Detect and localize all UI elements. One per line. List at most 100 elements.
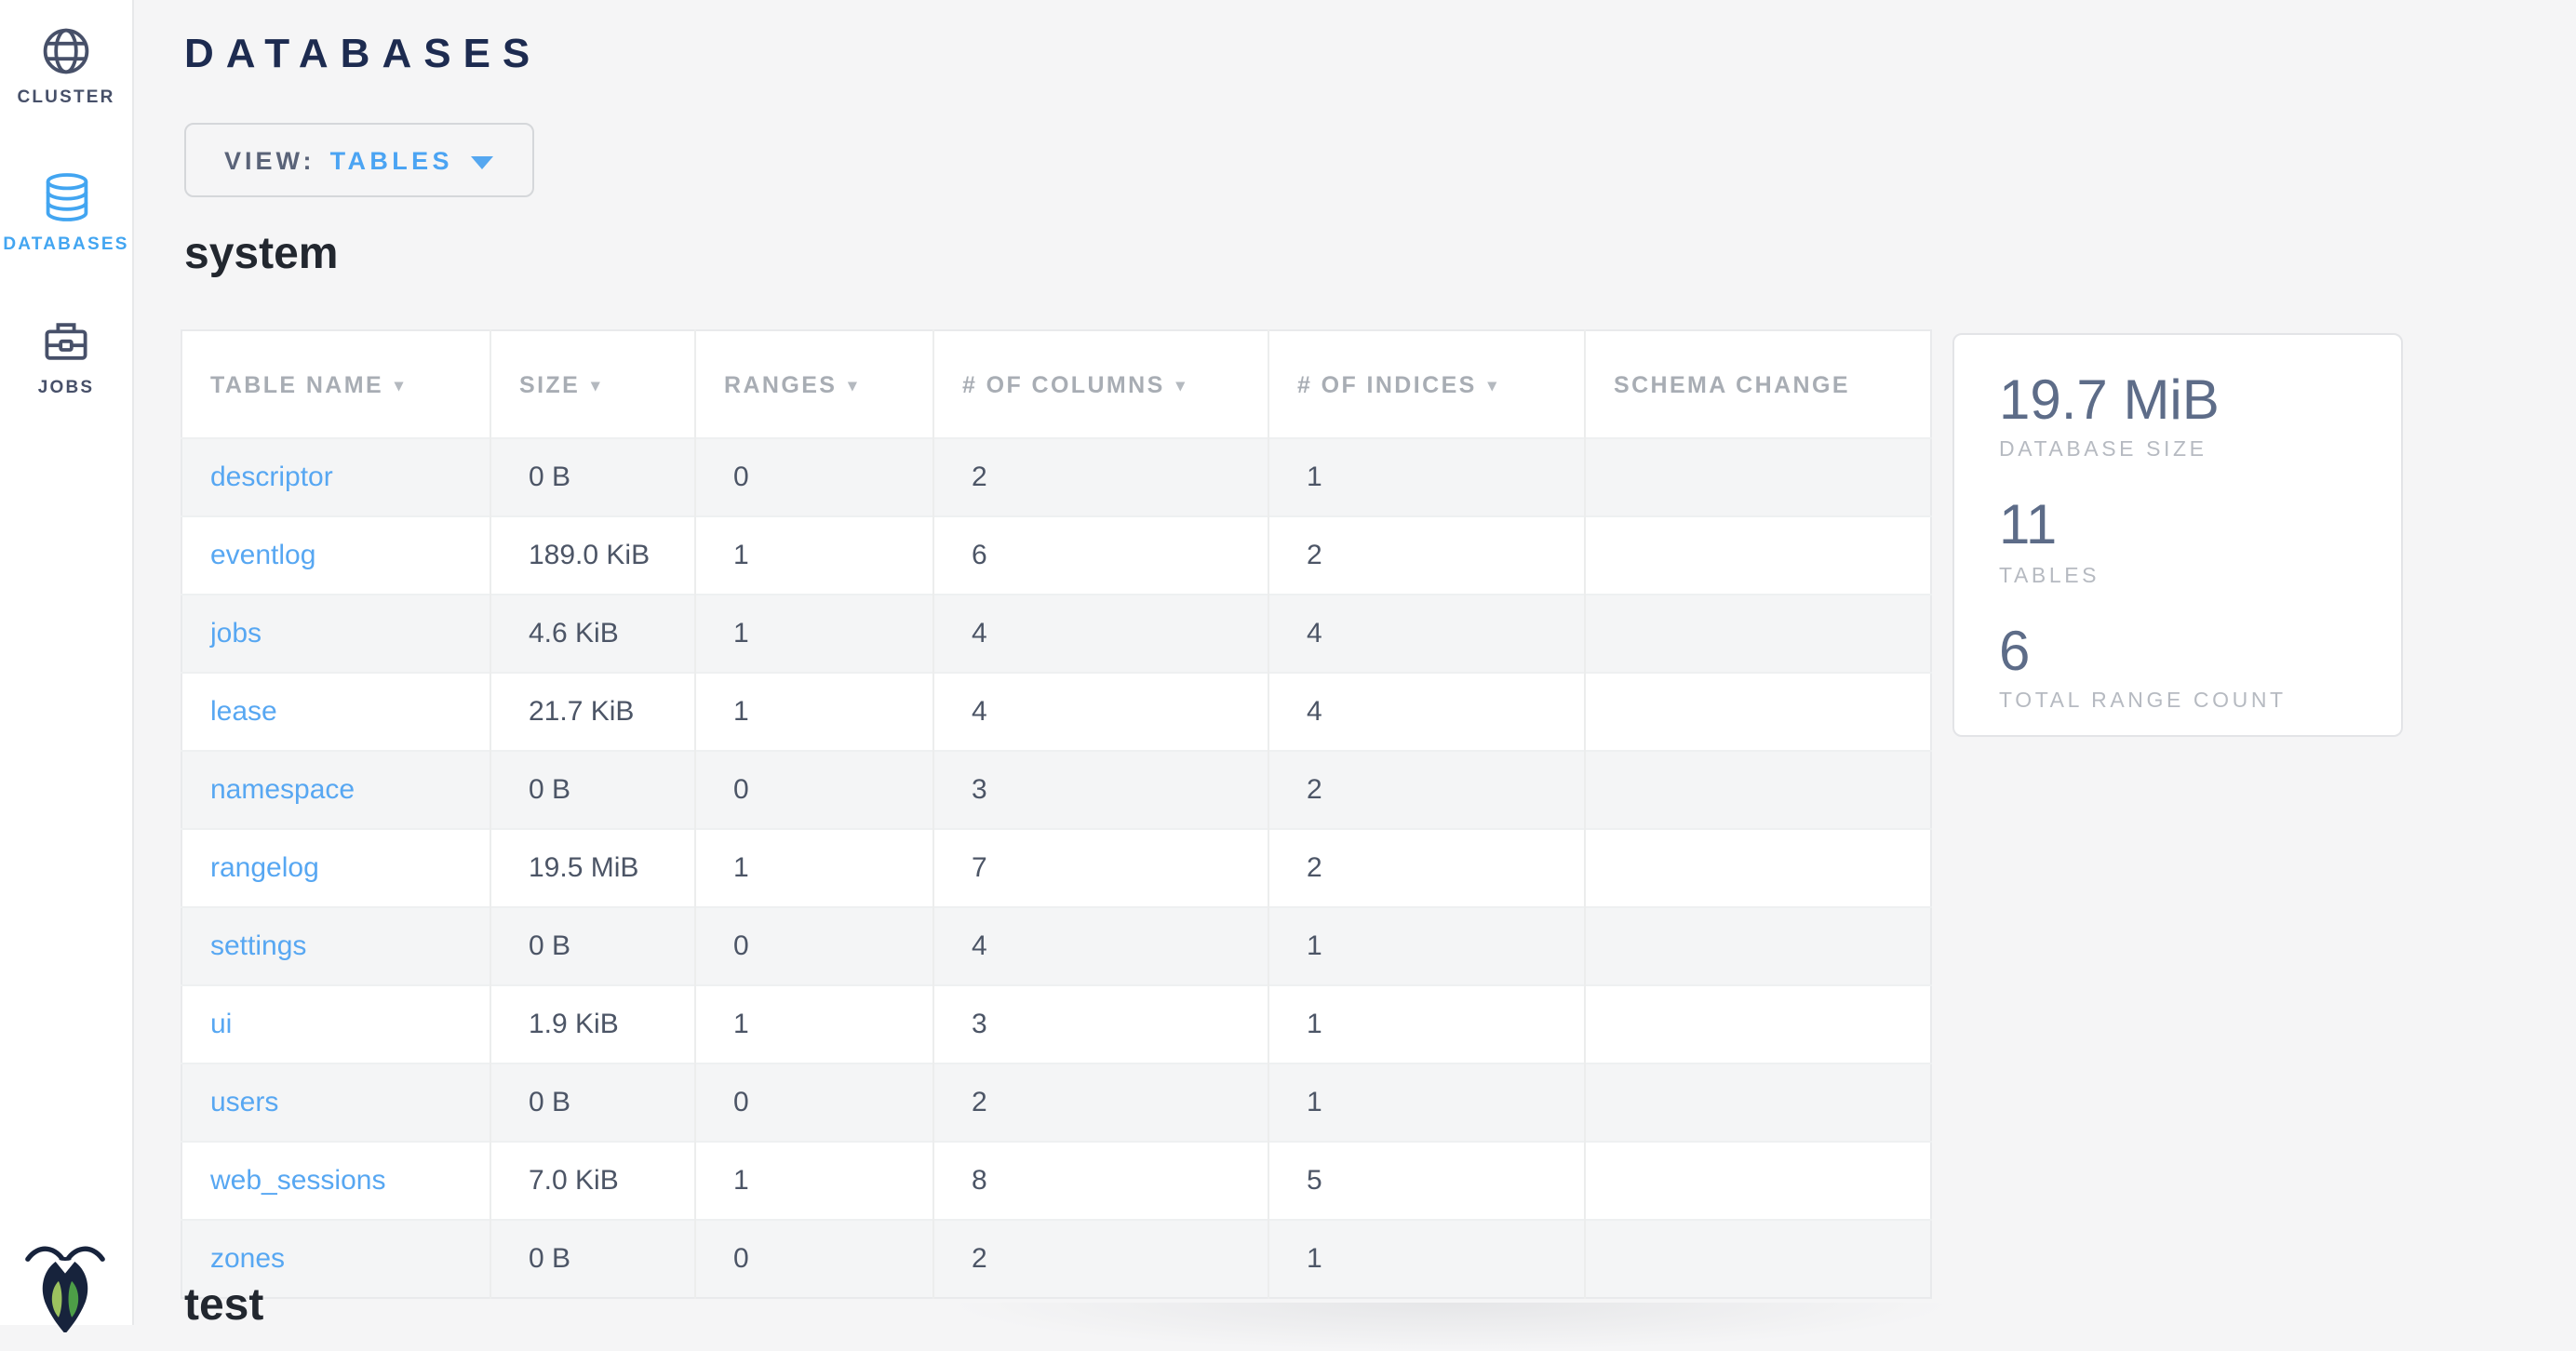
- cockroach-bug-logo: [20, 1239, 110, 1332]
- column-header-name[interactable]: TABLE NAME ▾: [181, 330, 490, 438]
- page-title: DATABASES: [184, 30, 542, 78]
- table-name-link[interactable]: web_sessions: [210, 1165, 385, 1197]
- cell-indices: 1: [1268, 907, 1585, 985]
- cell-name: ui: [181, 985, 490, 1063]
- view-selector-dropdown[interactable]: VIEW: TABLES: [184, 123, 534, 197]
- system-table-header-row: TABLE NAME▾SIZE▾RANGES▾# OF COLUMNS▾# OF…: [181, 330, 1931, 438]
- briefcase-icon: [0, 316, 132, 367]
- cell-indices: 2: [1268, 516, 1585, 595]
- cell-size: 0 B: [490, 1220, 695, 1298]
- summary-stat-label: TABLES: [1999, 566, 2356, 588]
- cell-columns: 8: [933, 1142, 1268, 1220]
- column-header-ranges[interactable]: RANGES▾: [695, 330, 933, 438]
- cell-size: 0 B: [490, 438, 695, 516]
- cell-schema-change: [1585, 985, 1931, 1063]
- sidebar-item-jobs[interactable]: JOBS: [0, 316, 132, 398]
- cell-size: 4.6 KiB: [490, 595, 695, 673]
- table-name-link[interactable]: settings: [210, 930, 306, 962]
- summary-stat-value: 11: [1999, 498, 2356, 558]
- table-row-users: users0 B021: [181, 1063, 1931, 1142]
- table-row-ui: ui1.9 KiB131: [181, 985, 1931, 1063]
- table-name-link[interactable]: lease: [210, 696, 277, 728]
- cell-columns: 2: [933, 438, 1268, 516]
- table-name-link[interactable]: jobs: [210, 618, 262, 649]
- cell-columns: 7: [933, 829, 1268, 907]
- cell-columns: 6: [933, 516, 1268, 595]
- cell-size: 189.0 KiB: [490, 516, 695, 595]
- sidebar-item-label: CLUSTER: [0, 87, 132, 108]
- cell-columns: 2: [933, 1220, 1268, 1298]
- cell-indices: 4: [1268, 595, 1585, 673]
- sort-caret-icon: ▾: [1488, 375, 1498, 394]
- cell-size: 19.5 MiB: [490, 829, 695, 907]
- column-header-label: # OF COLUMNS: [962, 371, 1165, 397]
- column-header-schema-change: SCHEMA CHANGE: [1585, 330, 1931, 438]
- cell-indices: 1: [1268, 1063, 1585, 1142]
- cell-size: 7.0 KiB: [490, 1142, 695, 1220]
- view-selector-label: VIEW:: [224, 146, 315, 174]
- chevron-down-icon: [472, 155, 494, 168]
- sort-caret-icon: ▾: [395, 375, 405, 394]
- sort-caret-icon: ▾: [1176, 375, 1187, 394]
- summary-stat-value: 6: [1999, 623, 2356, 684]
- cell-indices: 1: [1268, 1220, 1585, 1298]
- offscreen-content-shadow: [944, 1303, 1958, 1351]
- cell-schema-change: [1585, 1063, 1931, 1142]
- summary-stat-value: 19.7 MiB: [1999, 372, 2356, 433]
- cell-indices: 2: [1268, 829, 1585, 907]
- column-header-columns[interactable]: # OF COLUMNS ▾: [933, 330, 1268, 438]
- cell-schema-change: [1585, 907, 1931, 985]
- table-row-web_sessions: web_sessions 7.0 KiB185: [181, 1142, 1931, 1220]
- table-name-link[interactable]: rangelog: [210, 852, 319, 884]
- cell-ranges: 1: [695, 516, 933, 595]
- column-header-label: SCHEMA CHANGE: [1614, 371, 1850, 397]
- cell-schema-change: [1585, 1220, 1931, 1298]
- app-window: CLUSTER DATABASES: [0, 0, 2576, 1325]
- cell-size: 0 B: [490, 907, 695, 985]
- table-name-link[interactable]: eventlog: [210, 540, 315, 571]
- table-row-lease: lease21.7 KiB144: [181, 673, 1931, 751]
- column-header-label: # OF INDICES: [1297, 371, 1477, 397]
- cell-indices: 5: [1268, 1142, 1585, 1220]
- table-name-link[interactable]: zones: [210, 1243, 285, 1275]
- cell-ranges: 1: [695, 829, 933, 907]
- table-name-link[interactable]: descriptor: [210, 461, 333, 493]
- sidebar-item-label: JOBS: [0, 378, 132, 398]
- cell-name: users: [181, 1063, 490, 1142]
- sidebar-item-databases[interactable]: DATABASES: [0, 171, 132, 255]
- column-header-indices[interactable]: # OF INDICES ▾: [1268, 330, 1585, 438]
- table-name-link[interactable]: namespace: [210, 774, 355, 806]
- databases-icon: [0, 171, 132, 223]
- cell-columns: 4: [933, 673, 1268, 751]
- cell-name: web_sessions: [181, 1142, 490, 1220]
- summary-stat: 19.7 MiBDATABASE SIZE: [1999, 372, 2356, 462]
- table-row-descriptor: descriptor0 B021: [181, 438, 1931, 516]
- cell-ranges: 0: [695, 751, 933, 829]
- cell-ranges: 1: [695, 673, 933, 751]
- column-header-size[interactable]: SIZE▾: [490, 330, 695, 438]
- cell-schema-change: [1585, 829, 1931, 907]
- sidebar-item-cluster[interactable]: CLUSTER: [0, 26, 132, 108]
- column-header-label: TABLE NAME: [210, 371, 383, 397]
- column-header-label: SIZE: [519, 371, 580, 397]
- cell-columns: 3: [933, 985, 1268, 1063]
- cell-schema-change: [1585, 595, 1931, 673]
- cell-ranges: 1: [695, 1142, 933, 1220]
- cell-name: lease: [181, 673, 490, 751]
- database-heading-system: system: [184, 229, 338, 281]
- system-table-body: descriptor0 B021eventlog189.0 KiB162jobs…: [181, 438, 1931, 1298]
- cell-indices: 4: [1268, 673, 1585, 751]
- summary-stat: 6TOTAL RANGE COUNT: [1999, 623, 2356, 714]
- table-row-jobs: jobs4.6 KiB144: [181, 595, 1931, 673]
- cell-name: settings: [181, 907, 490, 985]
- cell-ranges: 1: [695, 595, 933, 673]
- cell-size: 1.9 KiB: [490, 985, 695, 1063]
- table-row-zones: zones 0 B021: [181, 1220, 1931, 1298]
- cell-ranges: 0: [695, 1220, 933, 1298]
- cell-indices: 1: [1268, 985, 1585, 1063]
- cell-size: 0 B: [490, 751, 695, 829]
- table-name-link[interactable]: users: [210, 1087, 278, 1118]
- table-name-link[interactable]: ui: [210, 1009, 232, 1040]
- cell-name: jobs: [181, 595, 490, 673]
- cell-schema-change: [1585, 438, 1931, 516]
